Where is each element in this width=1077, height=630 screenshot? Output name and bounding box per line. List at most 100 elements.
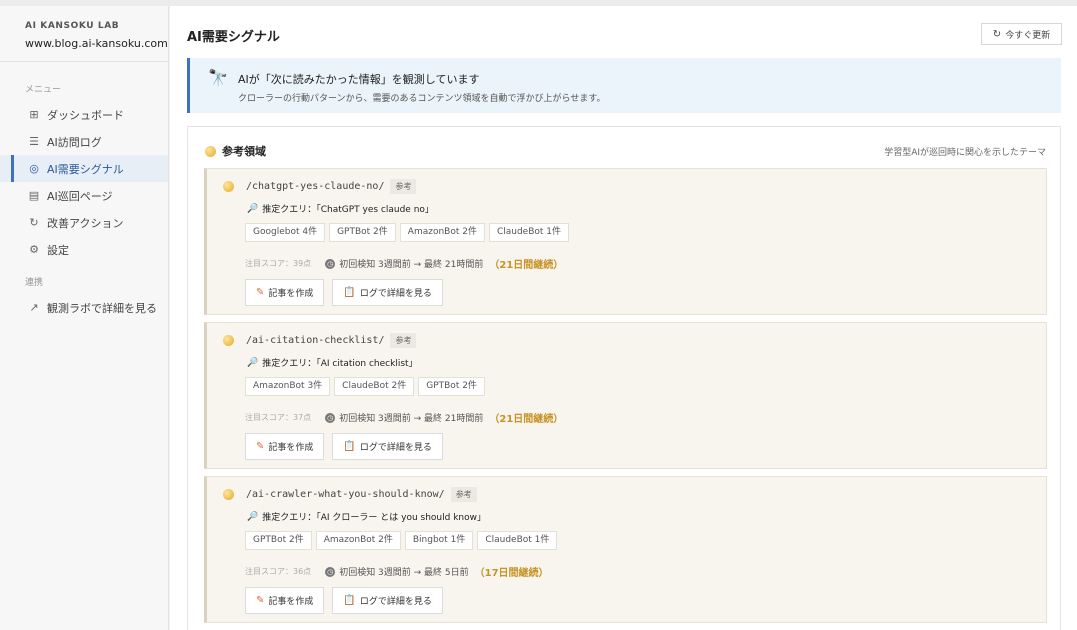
bot-tag: GPTBot 2件 [329, 223, 396, 242]
brand-domain: www.blog.ai-kansoku.com [25, 37, 168, 50]
sidebar-item-label: 観測ラボで詳細を見る [47, 301, 157, 315]
detection-range: 初回検知 3週間前 → 最終 21時間前 [339, 414, 484, 424]
bot-tag: AmazonBot 2件 [399, 223, 485, 242]
clipboard-icon: 📋 [343, 287, 356, 298]
signal-card: /chatgpt-yes-claude-no/ 参考 🔎 推定クエリ：「Chat… [204, 168, 1047, 315]
view-log-label: ログで詳細を見る [359, 597, 432, 607]
create-article-label: 記事を作成 [268, 289, 314, 299]
continuation-days: （21日間継続） [489, 414, 564, 425]
orange-dot-icon [205, 145, 216, 157]
sidebar-item-improvement[interactable]: ↻ 改善アクション [0, 209, 168, 236]
card-actions: ✎ 記事を作成 📋 ログで詳細を見る [245, 433, 451, 460]
pencil-icon: ✎ [256, 441, 265, 452]
bot-tag: Bingbot 1件 [404, 531, 474, 550]
attention-score: 注目スコア：37点 [245, 413, 312, 422]
main-content: AI需要シグナル ↻ 今すぐ更新 🔭 AIが「次に読みたかった情報」を観測してい… [170, 6, 1077, 630]
list-icon: ☰ [29, 135, 39, 148]
sidebar-item-label: 設定 [47, 243, 69, 257]
bot-tag: AmazonBot 3件 [245, 377, 331, 396]
card-path: /ai-citation-checklist/ [246, 335, 385, 346]
query-text: 推定クエリ：「ChatGPT yes claude no」 [262, 205, 434, 215]
continuation-days: （17日間継続） [474, 568, 549, 579]
query-text: 推定クエリ：「AI クローラー とは you should know」 [262, 513, 486, 523]
bot-tag: GPTBot 2件 [418, 377, 485, 396]
bot-tag: ClaudeBot 2件 [334, 377, 415, 396]
card-meta: 注目スコア：36点 ◷ 初回検知 3週間前 → 最終 5日前 （17日間継続） [245, 564, 549, 579]
page-title: AI需要シグナル [187, 30, 280, 45]
refresh-button-label: 今すぐ更新 [1005, 30, 1051, 41]
view-log-label: ログで詳細を見る [359, 289, 432, 299]
sidebar-item-visit-log[interactable]: ☰ AI訪問ログ [0, 128, 168, 155]
create-article-button[interactable]: ✎ 記事を作成 [245, 587, 325, 614]
bot-tags: Googlebot 4件 GPTBot 2件 AmazonBot 2件 Clau… [245, 223, 573, 242]
panel-title: 参考領域 [205, 143, 266, 159]
view-log-button[interactable]: 📋 ログで詳細を見る [332, 587, 443, 614]
bot-tags: AmazonBot 3件 ClaudeBot 2件 GPTBot 2件 [245, 377, 489, 396]
sidebar-item-crawl-pages[interactable]: ▤ AI巡回ページ [0, 182, 168, 209]
attention-score: 注目スコア：36点 [245, 567, 312, 576]
card-meta: 注目スコア：39点 ◷ 初回検知 3週間前 → 最終 21時間前 （21日間継続… [245, 256, 563, 271]
view-log-button[interactable]: 📋 ログで詳細を見る [332, 433, 443, 460]
orange-dot-icon [223, 335, 234, 346]
sidebar-item-dashboard[interactable]: ⊞ ダッシュボード [0, 101, 168, 128]
card-head: /chatgpt-yes-claude-no/ 参考 [223, 179, 417, 194]
card-path: /ai-crawler-what-you-should-know/ [246, 489, 445, 500]
brand-lab: AI KANSOKU LAB [25, 21, 120, 31]
create-article-label: 記事を作成 [268, 443, 314, 453]
telescope-icon: 🔭 [208, 68, 228, 87]
signal-icon: ◎ [29, 162, 39, 175]
sidebar-item-label: AI巡回ページ [47, 189, 113, 203]
view-log-button[interactable]: 📋 ログで詳細を見る [332, 279, 443, 306]
continuation-days: （21日間継続） [489, 260, 564, 271]
clock-icon: ◷ [325, 566, 336, 577]
card-head: /ai-crawler-what-you-should-know/ 参考 [223, 487, 477, 502]
sidebar-item-label: AI訪問ログ [47, 135, 102, 149]
estimated-query: 🔎 推定クエリ：「ChatGPT yes claude no」 [247, 202, 434, 216]
sidebar-item-label: AI需要シグナル [47, 162, 124, 176]
bot-tag: Googlebot 4件 [245, 223, 326, 242]
external-link-icon: ↗ [29, 301, 39, 314]
create-article-button[interactable]: ✎ 記事を作成 [245, 433, 325, 460]
sidebar-item-label: ダッシュボード [47, 108, 124, 122]
card-meta: 注目スコア：37点 ◷ 初回検知 3週間前 → 最終 21時間前 （21日間継続… [245, 410, 563, 425]
sidebar-item-external-lab[interactable]: ↗ 観測ラボで詳細を見る [0, 294, 168, 321]
orange-dot-icon [223, 181, 234, 192]
card-actions: ✎ 記事を作成 📋 ログで詳細を見る [245, 587, 451, 614]
magnifier-icon: 🔎 [247, 203, 259, 214]
reference-panel: 参考領域 学習型AIが巡回時に関心を示したテーマ /chatgpt-yes-cl… [187, 126, 1061, 630]
signal-card: /ai-crawler-what-you-should-know/ 参考 🔎 推… [204, 476, 1047, 623]
detection-range: 初回検知 3週間前 → 最終 5日前 [339, 568, 469, 578]
info-banner: 🔭 AIが「次に読みたかった情報」を観測しています クローラーの行動パターンから… [187, 58, 1061, 113]
signal-card: /ai-citation-checklist/ 参考 🔎 推定クエリ：「AI c… [204, 322, 1047, 469]
refresh-button[interactable]: ↻ 今すぐ更新 [981, 23, 1062, 45]
card-actions: ✎ 記事を作成 📋 ログで詳細を見る [245, 279, 451, 306]
detection-range: 初回検知 3週間前 → 最終 21時間前 [339, 260, 484, 270]
reference-badge: 参考 [390, 179, 417, 194]
reference-badge: 参考 [450, 487, 477, 502]
clock-icon: ◷ [325, 412, 336, 423]
banner-title: AIが「次に読みたかった情報」を観測しています [238, 73, 480, 86]
estimated-query: 🔎 推定クエリ：「AI クローラー とは you should know」 [247, 510, 486, 524]
refresh-icon: ↻ [29, 216, 39, 229]
gear-icon: ⚙ [29, 243, 39, 256]
estimated-query: 🔎 推定クエリ：「AI citation checklist」 [247, 356, 418, 370]
grid-icon: ⊞ [29, 108, 39, 121]
view-log-label: ログで詳細を見る [359, 443, 432, 453]
banner-subtitle: クローラーの行動パターンから、需要のあるコンテンツ領域を自動で浮かび上がらせます… [238, 94, 606, 104]
orange-dot-icon [223, 489, 234, 500]
sidebar-item-demand-signal[interactable]: ◎ AI需要シグナル [0, 155, 168, 182]
panel-note: 学習型AIが巡回時に関心を示したテーマ [884, 148, 1046, 158]
attention-score: 注目スコア：39点 [245, 259, 312, 268]
sidebar-item-settings[interactable]: ⚙ 設定 [0, 236, 168, 263]
create-article-button[interactable]: ✎ 記事を作成 [245, 279, 325, 306]
bot-tag: ClaudeBot 1件 [488, 223, 570, 242]
bot-tags: GPTBot 2件 AmazonBot 2件 Bingbot 1件 Claude… [245, 531, 561, 550]
bot-tag: ClaudeBot 1件 [477, 531, 558, 550]
bot-tag: GPTBot 2件 [245, 531, 312, 550]
magnifier-icon: 🔎 [247, 357, 259, 368]
sidebar-item-label: 改善アクション [47, 216, 124, 230]
sidebar: AI KANSOKU LAB www.blog.ai-kansoku.com メ… [0, 6, 169, 630]
create-article-label: 記事を作成 [268, 597, 314, 607]
clipboard-icon: 📋 [343, 595, 356, 606]
card-head: /ai-citation-checklist/ 参考 [223, 333, 417, 348]
